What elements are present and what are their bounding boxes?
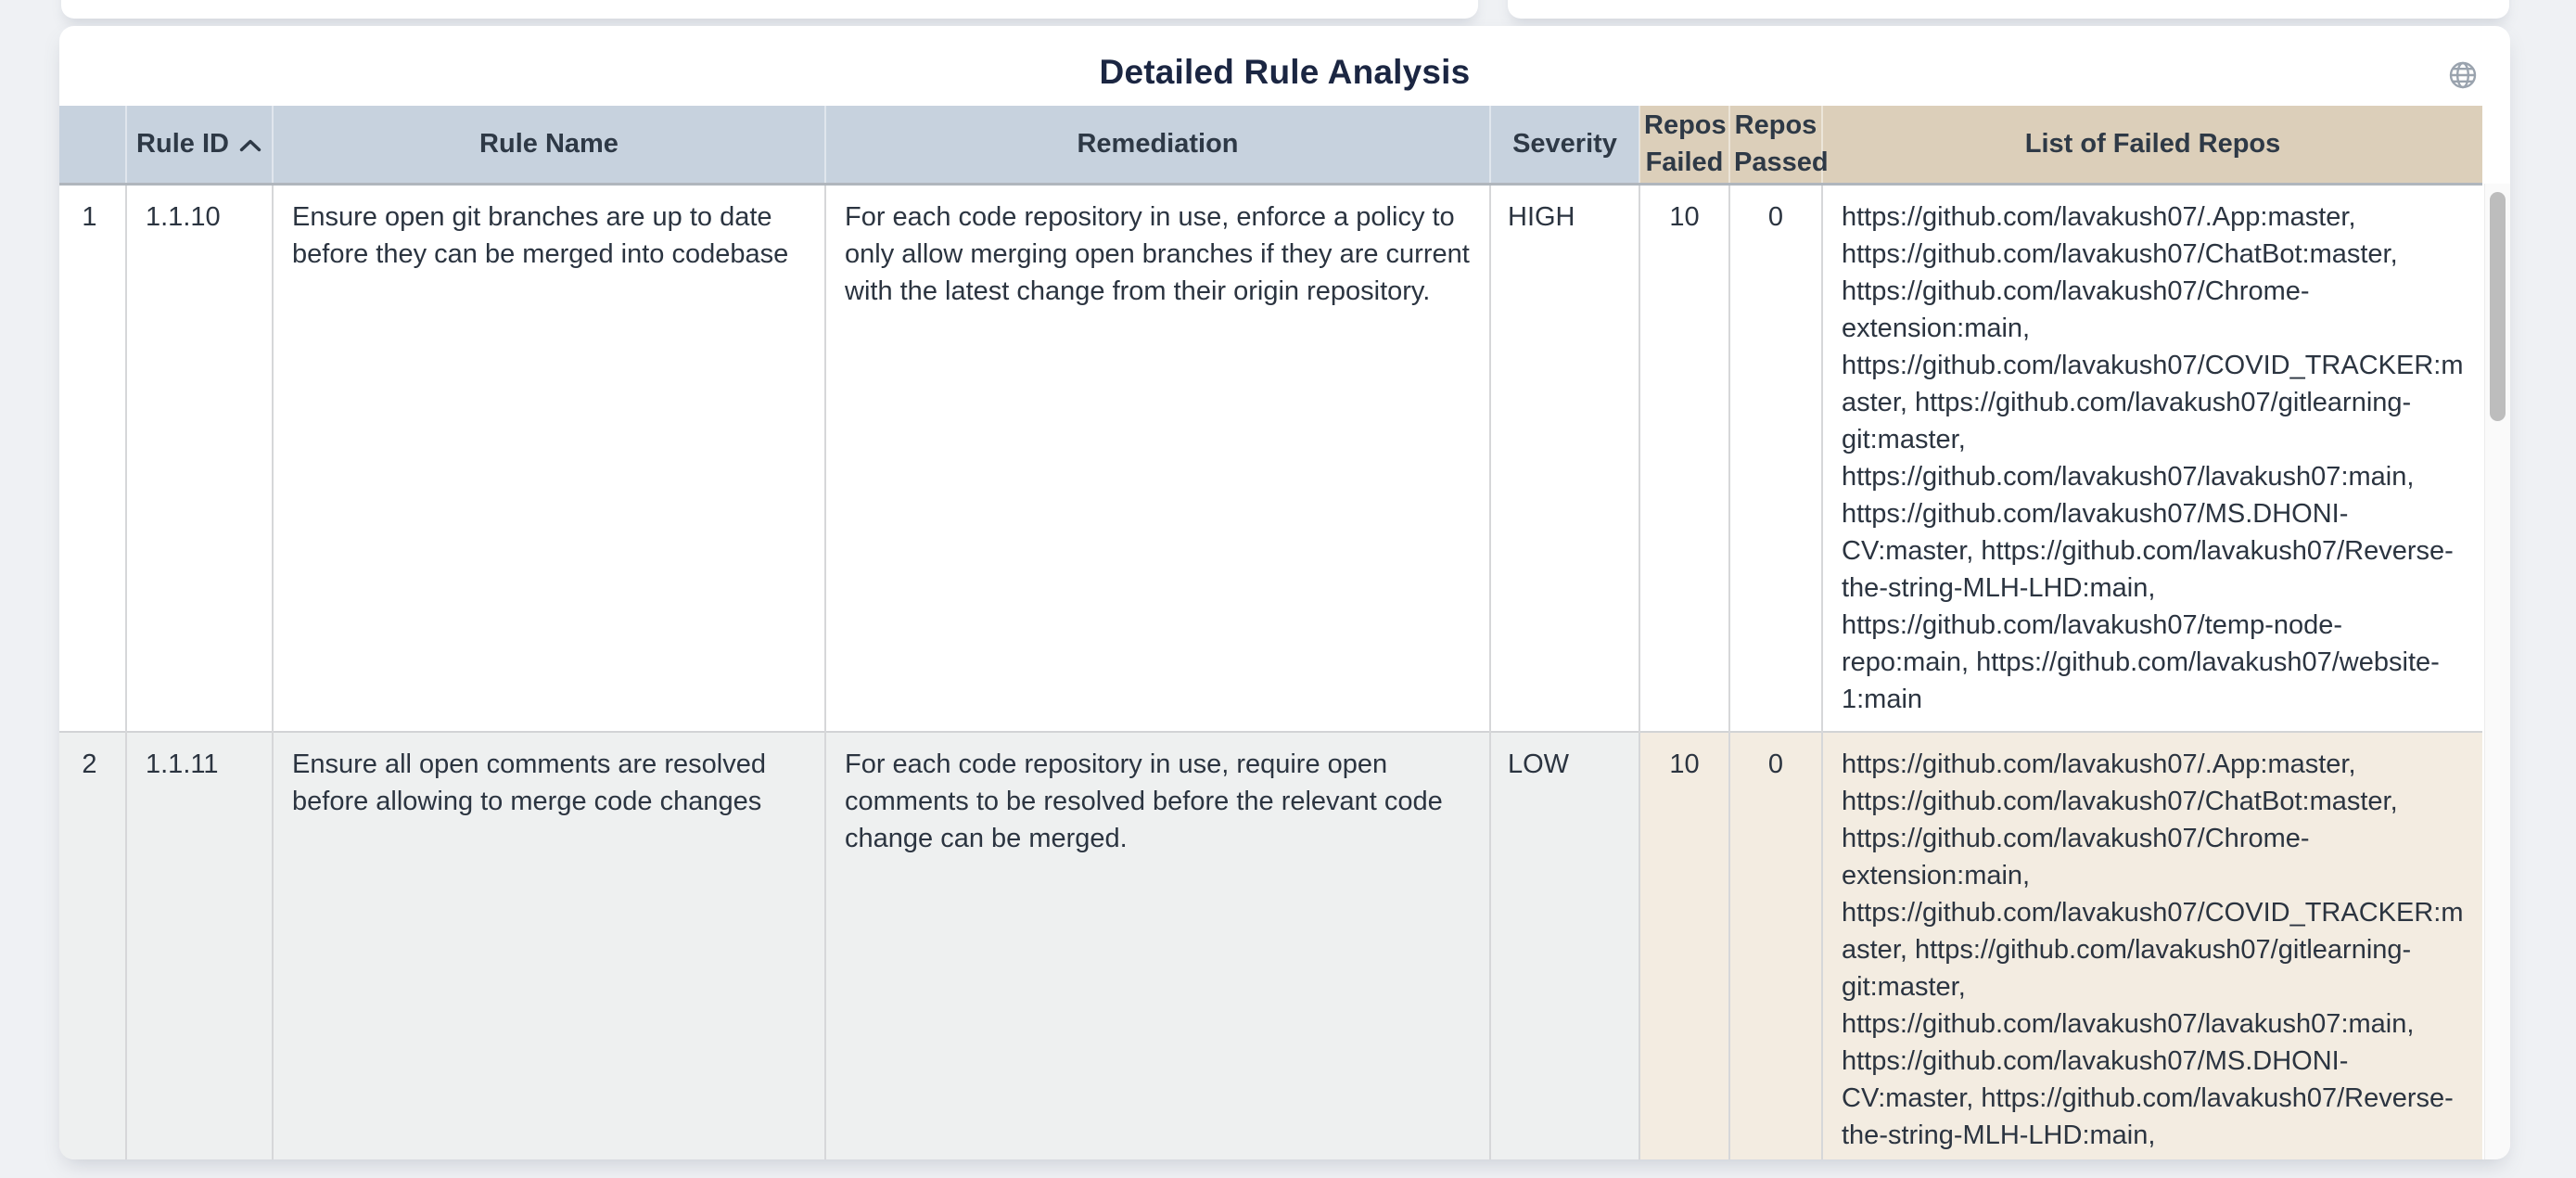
rule-id-cell: 1.1.11 [126, 732, 273, 1160]
page-title: Detailed Rule Analysis [59, 26, 2510, 119]
row-index: 1 [59, 184, 126, 732]
repos-passed-cell: 0 [1729, 732, 1822, 1160]
severity-cell: LOW [1490, 732, 1639, 1160]
severity-cell: HIGH [1490, 184, 1639, 732]
rule-name-cell: Ensure open git branches are up to date … [273, 184, 825, 732]
failed-repos-cell: https://github.com/lavakush07/.App:maste… [1822, 732, 2482, 1160]
failed-repos-cell: https://github.com/lavakush07/.App:maste… [1822, 184, 2482, 732]
remediation-cell: For each code repository in use, enforce… [825, 184, 1490, 732]
globe-icon[interactable] [2447, 59, 2479, 91]
rule-id-cell: 1.1.10 [126, 184, 273, 732]
repos-failed-cell: 10 [1639, 732, 1729, 1160]
detailed-rule-analysis-card: Detailed Rule Analysis Rule ID Rule Name [59, 26, 2510, 1159]
row-index: 2 [59, 732, 126, 1160]
scrollbar-thumb[interactable] [2490, 192, 2506, 421]
table-row: 2 1.1.11 Ensure all open comments are re… [59, 732, 2482, 1160]
remediation-cell: For each code repository in use, require… [825, 732, 1490, 1160]
card-fragment-top-right [1508, 0, 2509, 19]
table-row: 1 1.1.10 Ensure open git branches are up… [59, 184, 2482, 732]
vertical-scrollbar[interactable] [2484, 184, 2510, 1159]
rule-analysis-table: Rule ID Rule Name Remediation Severity R… [59, 106, 2482, 1159]
card-header: Detailed Rule Analysis [59, 26, 2510, 106]
rule-name-cell: Ensure all open comments are resolved be… [273, 732, 825, 1160]
repos-passed-cell: 0 [1729, 184, 1822, 732]
chevron-up-icon [238, 126, 262, 163]
repos-failed-cell: 10 [1639, 184, 1729, 732]
card-fragment-top-left [61, 0, 1478, 19]
